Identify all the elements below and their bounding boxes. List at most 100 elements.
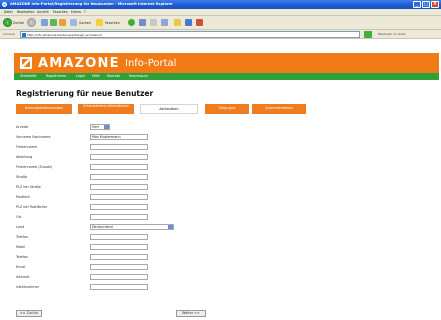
- tab-company-info[interactable]: Unternehmens-informationen: [78, 104, 134, 114]
- home-icon[interactable]: [59, 19, 66, 26]
- amazone-logo-icon: [20, 57, 32, 69]
- form-row-fax: Telefax: [16, 254, 216, 261]
- search-label[interactable]: Suchen: [79, 21, 91, 25]
- mobile-input[interactable]: [90, 244, 148, 250]
- window-title: AMAZONE Info-Portal/Registrierung für Ne…: [10, 2, 173, 6]
- back-label[interactable]: Zurück: [13, 21, 24, 25]
- menu-item-favorites[interactable]: Favoriten: [53, 10, 68, 14]
- favorites-label[interactable]: Favoriten: [105, 21, 120, 25]
- registration-steps: Nutzungsbestimmungen Unternehmens-inform…: [16, 104, 306, 114]
- forward-arrow-icon[interactable]: ›: [27, 18, 36, 27]
- tab-terms[interactable]: Nutzungsbestimmungen: [16, 104, 72, 114]
- maximize-button[interactable]: □: [422, 1, 430, 8]
- name-input[interactable]: Max Mustermann: [90, 134, 148, 140]
- form-row-company-extra: Firmenname (Zusatz): [16, 164, 216, 171]
- menu-item-help[interactable]: ?: [84, 10, 86, 14]
- messenger-icon[interactable]: [185, 19, 192, 26]
- form-row-mobile: Mobil: [16, 244, 216, 251]
- street-zip-input[interactable]: [90, 184, 148, 190]
- next-button[interactable]: Weiter >>: [176, 310, 206, 317]
- print-icon[interactable]: [161, 19, 168, 26]
- ie-logo-icon: [2, 2, 7, 7]
- favorites-star-icon[interactable]: [96, 19, 103, 26]
- phone-label: Telefon: [16, 235, 29, 239]
- form-row-phone: Telefon: [16, 234, 216, 241]
- form-row-city: Ort: [16, 214, 216, 221]
- stop-icon[interactable]: [41, 19, 48, 26]
- tab-target-group[interactable]: Zielgruppe: [205, 104, 249, 114]
- department-label: Abteilung: [16, 155, 33, 159]
- page-icon: [22, 33, 26, 37]
- form-row-pobox: Postfach: [16, 194, 216, 201]
- address-label: Adresse: [3, 32, 15, 36]
- fax-label: Telefax: [16, 255, 28, 259]
- back-button[interactable]: << Zurück: [16, 310, 42, 317]
- salutation-value: Herr: [92, 125, 100, 129]
- department-input[interactable]: [90, 154, 148, 160]
- city-input[interactable]: [90, 214, 148, 220]
- close-button[interactable]: ×: [431, 1, 439, 8]
- mobile-label: Mobil: [16, 245, 26, 249]
- email-label: Email: [16, 265, 26, 269]
- tab-address-data[interactable]: Adressdaten: [140, 104, 198, 114]
- salutation-select[interactable]: Herr: [90, 124, 110, 130]
- nav-item-help[interactable]: Hilfe: [92, 74, 100, 78]
- go-button[interactable]: [364, 31, 372, 38]
- refresh-icon[interactable]: [50, 19, 57, 26]
- menu-bar: Datei Bearbeiten Ansicht Favoriten Extra…: [0, 9, 441, 16]
- email-input[interactable]: [90, 264, 148, 270]
- phone-input[interactable]: [90, 234, 148, 240]
- media-icon[interactable]: [128, 19, 135, 26]
- form-row-salutation: Anrede Herr: [16, 124, 216, 131]
- nav-item-imprint[interactable]: Impressum: [129, 74, 148, 78]
- nav-item-contact[interactable]: Kontakt: [107, 74, 120, 78]
- form-row-company: Firmenname: [16, 144, 216, 151]
- pobox-input[interactable]: [90, 194, 148, 200]
- browser-toolbar: ‹ Zurück › Suchen Favoriten: [0, 16, 441, 30]
- street-input[interactable]: [90, 174, 148, 180]
- street-label: Straße: [16, 175, 28, 179]
- form-row-vat-id: Ustldnummer: [16, 284, 216, 291]
- form-row-country: Land Deutschland: [16, 224, 216, 231]
- form-row-pobox-zip: PLZ bei Postfächer: [16, 204, 216, 211]
- form-row-name: Vorname Nachname Max Mustermann: [16, 134, 216, 141]
- url-input[interactable]: http://info.amazone.de/dev.asp?lang0_sv=…: [20, 31, 360, 38]
- folder-icon[interactable]: [174, 19, 181, 26]
- back-arrow-icon[interactable]: ‹: [3, 18, 12, 27]
- form-row-email: Email: [16, 264, 216, 271]
- address-bar: Adresse http://info.amazone.de/dev.asp?l…: [0, 30, 441, 39]
- street-zip-label: PLZ bei Straße: [16, 185, 41, 189]
- company-label: Firmenname: [16, 145, 38, 149]
- form-row-street: Straße: [16, 174, 216, 181]
- country-label: Land: [16, 225, 25, 229]
- company-extra-input[interactable]: [90, 164, 148, 170]
- fax-input[interactable]: [90, 254, 148, 260]
- window-titlebar: AMAZONE Info-Portal/Registrierung für Ne…: [0, 0, 441, 9]
- links-label[interactable]: Wechseln zu Links: [378, 32, 405, 36]
- menu-item-tools[interactable]: Extras: [71, 10, 81, 14]
- minimize-button[interactable]: _: [413, 1, 421, 8]
- browser-window: AMAZONE Info-Portal/Registrierung für Ne…: [0, 0, 441, 320]
- chevron-down-icon: [168, 225, 173, 229]
- country-select[interactable]: Deutschland: [90, 224, 174, 230]
- country-value: Deutschland: [92, 225, 113, 229]
- search-icon[interactable]: [70, 19, 77, 26]
- pobox-zip-label: PLZ bei Postfächer: [16, 205, 48, 209]
- tab-summary[interactable]: Zusammenfassen: [252, 104, 306, 114]
- pobox-label: Postfach: [16, 195, 31, 199]
- internet-input[interactable]: [90, 274, 148, 280]
- menu-item-view[interactable]: Ansicht: [37, 10, 49, 14]
- nav-item-register[interactable]: Registrieren: [46, 74, 66, 78]
- pobox-zip-input[interactable]: [90, 204, 148, 210]
- name-label: Vorname Nachname: [16, 135, 51, 139]
- vat-id-input[interactable]: [90, 284, 148, 290]
- nav-item-home[interactable]: Startseite: [20, 74, 37, 78]
- tools-icon[interactable]: [196, 19, 203, 26]
- nav-item-login[interactable]: Login: [76, 74, 85, 78]
- menu-item-file[interactable]: Datei: [4, 10, 13, 14]
- menu-item-edit[interactable]: Bearbeiten: [17, 10, 35, 14]
- mail-icon[interactable]: [150, 19, 157, 26]
- company-input[interactable]: [90, 144, 148, 150]
- history-icon[interactable]: [139, 19, 146, 26]
- main-nav: Startseite Registrieren Login Hilfe Kont…: [14, 73, 439, 80]
